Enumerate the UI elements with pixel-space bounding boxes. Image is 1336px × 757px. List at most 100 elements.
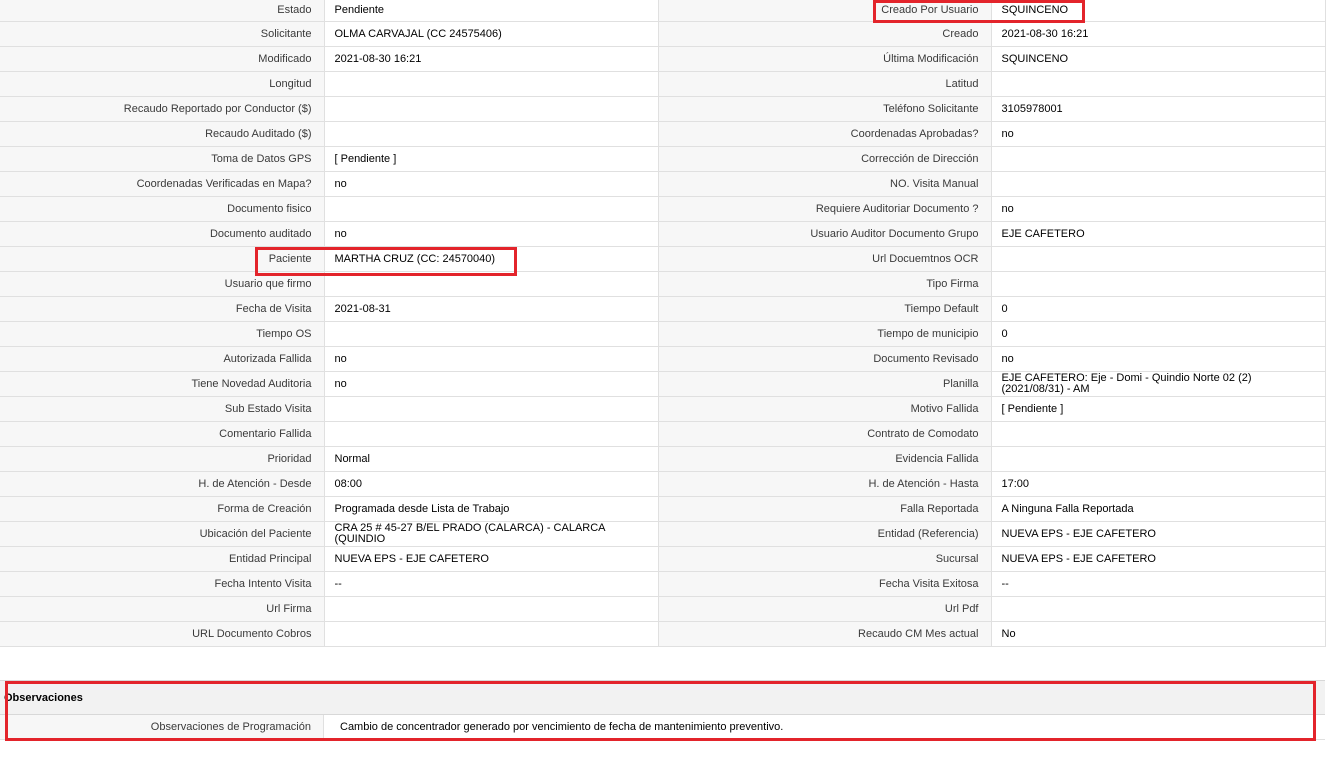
field-label: H. de Atención - Desde — [0, 471, 325, 497]
field-label: Modificado — [0, 46, 325, 72]
field-value — [324, 96, 659, 122]
field-label: Recaudo Auditado ($) — [0, 121, 325, 147]
field-value — [324, 621, 659, 647]
detail-row: Tiempo OS Tiempo de municipio 0 — [0, 321, 1326, 347]
field-value — [991, 171, 1326, 197]
field-label: Coordenadas Aprobadas? — [658, 121, 992, 147]
field-value: Programada desde Lista de Trabajo — [324, 496, 659, 522]
field-value: Normal — [324, 446, 659, 472]
field-label: Tiene Novedad Auditoria — [0, 371, 325, 397]
detail-row: Ubicación del Paciente CRA 25 # 45-27 B/E… — [0, 521, 1326, 547]
detail-row: Comentario Fallida Contrato de Comodato — [0, 421, 1326, 447]
field-label: Usuario que firmo — [0, 271, 325, 297]
field-value: 0 — [991, 296, 1326, 322]
detail-row: Prioridad Normal Evidencia Fallida — [0, 446, 1326, 472]
detail-row: Toma de Datos GPS[ Pendiente ] Corrección… — [0, 146, 1326, 172]
detail-row: Coordenadas Verificadas en Mapa? no NO. V… — [0, 171, 1326, 197]
observaciones-value: Cambio de concentrador generado por venc… — [340, 721, 784, 733]
field-value: 2021-08-30 16:21 — [324, 46, 659, 72]
detail-row: Documento auditado no Usuario Auditor Docu… — [0, 221, 1326, 247]
field-value: -- — [324, 571, 659, 597]
field-value: SQUINCENO — [991, 46, 1326, 72]
field-value: NUEVA EPS - EJE CAFETERO — [991, 521, 1326, 547]
field-value: no — [324, 171, 659, 197]
field-value — [324, 396, 659, 422]
field-label: Url Firma — [0, 596, 325, 622]
field-label: Solicitante — [0, 21, 325, 47]
field-value — [324, 196, 659, 222]
field-value — [991, 246, 1326, 272]
field-label: Documento fisico — [0, 196, 325, 222]
field-value — [324, 596, 659, 622]
detail-row: Estado Pendiente Creado Por Usuario SQUINCE… — [0, 0, 1326, 22]
field-value: 0 — [991, 321, 1326, 347]
field-label: Entidad Principal — [0, 546, 325, 572]
field-value: no — [324, 221, 659, 247]
field-label: Corrección de Dirección — [658, 146, 992, 172]
observaciones-section: Observaciones Observaciones de Programac… — [0, 680, 1325, 740]
field-label: Última Modificación — [658, 46, 992, 72]
field-label: Motivo Fallida — [658, 396, 992, 422]
field-label: Url Docuemtnos OCR — [658, 246, 992, 272]
field-value: no — [991, 121, 1326, 147]
field-value: EJE CAFETERO — [991, 221, 1326, 247]
detail-row: URL Documento Cobros Recaudo CM Mes actua… — [0, 621, 1326, 647]
detail-row: Fecha Intento Visita -- Fecha Visita Exit… — [0, 571, 1326, 597]
field-value: 2021-08-30 16:21 — [991, 21, 1326, 47]
field-label: Tipo Firma — [658, 271, 992, 297]
field-label: Teléfono Solicitante — [658, 96, 992, 122]
field-label: Estado — [0, 0, 325, 22]
field-label: Requiere Auditoriar Documento ? — [658, 196, 992, 222]
field-label: Comentario Fallida — [0, 421, 325, 447]
field-label: Longitud — [0, 71, 325, 97]
field-label: Tiempo de municipio — [658, 321, 992, 347]
field-label: Fecha de Visita — [0, 296, 325, 322]
detail-row: Recaudo Auditado ($) Coordenadas Aprobada… — [0, 121, 1326, 147]
field-label: Recaudo Reportado por Conductor ($) — [0, 96, 325, 122]
field-label: Documento auditado — [0, 221, 325, 247]
field-label: H. de Atención - Hasta — [658, 471, 992, 497]
field-label: Sucursal — [658, 546, 992, 572]
field-value: 2021-08-31 — [324, 296, 659, 322]
field-label: Latitud — [658, 71, 992, 97]
field-label: Url Pdf — [658, 596, 992, 622]
detail-row: Fecha de Visita 2021-08-31 Tiempo Default… — [0, 296, 1326, 322]
field-value: 3105978001 — [991, 96, 1326, 122]
field-value: No — [991, 621, 1326, 647]
field-label: Documento Revisado — [658, 346, 992, 372]
field-value — [324, 121, 659, 147]
field-label: Creado — [658, 21, 992, 47]
field-value: NUEVA EPS - EJE CAFETERO — [991, 546, 1326, 572]
detail-row: Paciente MARTHA CRUZ (CC: 24570040) Url Do… — [0, 246, 1326, 272]
field-label: Evidencia Fallida — [658, 446, 992, 472]
field-value: no — [324, 346, 659, 372]
field-value — [991, 446, 1326, 472]
field-value — [324, 271, 659, 297]
field-label: Contrato de Comodato — [658, 421, 992, 447]
observaciones-label: Observaciones de Programación — [0, 715, 324, 739]
field-value: EJE CAFETERO: Eje - Domi - Quindio Norte… — [991, 371, 1326, 397]
field-value: MARTHA CRUZ (CC: 24570040) — [324, 246, 659, 272]
field-value: CRA 25 # 45-27 B/EL PRADO (CALARCA) - CA… — [324, 521, 659, 547]
field-value — [991, 421, 1326, 447]
field-value — [991, 71, 1326, 97]
detail-row: Modificado 2021-08-30 16:21 Última Modific… — [0, 46, 1326, 72]
detail-row: Solicitante OLMA CARVAJAL (CC 24575406) Cr… — [0, 21, 1326, 47]
detail-row: Tiene Novedad Auditoria no Planilla EJE CAF… — [0, 371, 1326, 397]
field-value — [991, 271, 1326, 297]
field-label: Prioridad — [0, 446, 325, 472]
detail-row: Entidad Principal NUEVA EPS - EJE CAFETER… — [0, 546, 1326, 572]
detail-row: H. de Atención - Desde 08:00 H. de Atenció… — [0, 471, 1326, 497]
field-label: Autorizada Fallida — [0, 346, 325, 372]
detail-row: Longitud Latitud — [0, 71, 1326, 97]
observaciones-row: Observaciones de Programación Cambio de … — [0, 715, 1325, 740]
detail-table: Estado Pendiente Creado Por Usuario SQUINCE… — [0, 0, 1326, 647]
field-label: URL Documento Cobros — [0, 621, 325, 647]
field-label: Entidad (Referencia) — [658, 521, 992, 547]
detail-row: Autorizada Fallida no Documento Revisado n… — [0, 346, 1326, 372]
detail-row: Forma de Creación Programada desde Lista … — [0, 496, 1326, 522]
field-label: Paciente — [0, 246, 325, 272]
field-value: [ Pendiente ] — [991, 396, 1326, 422]
detail-row: Usuario que firmo Tipo Firma — [0, 271, 1326, 297]
field-label: Creado Por Usuario — [658, 0, 992, 22]
